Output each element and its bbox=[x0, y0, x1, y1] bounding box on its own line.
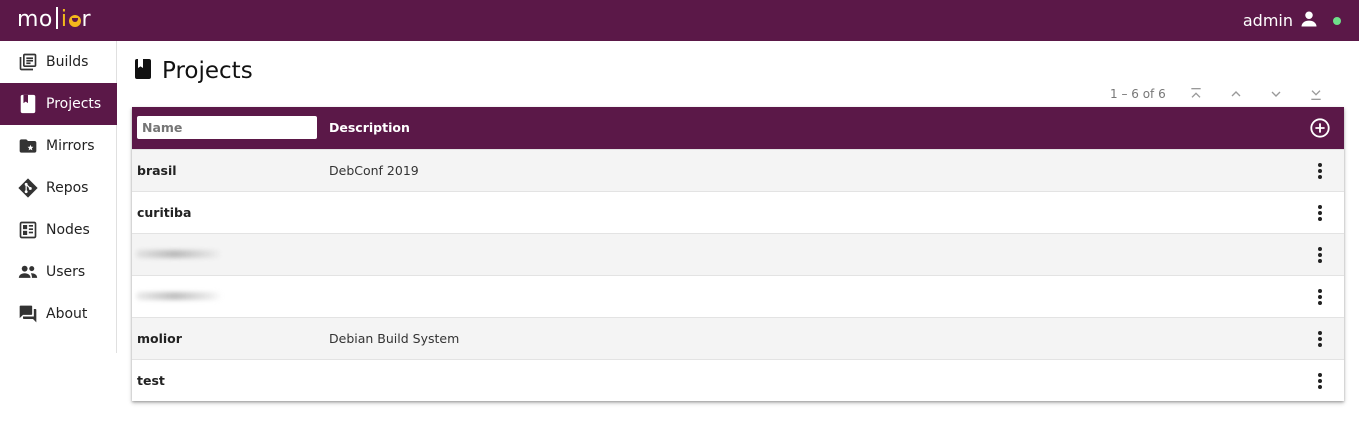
project-name[interactable]: molior bbox=[137, 331, 182, 346]
logo-divider bbox=[55, 7, 58, 29]
owl-icon bbox=[68, 15, 81, 27]
description-column-header: Description bbox=[329, 120, 410, 135]
sidebar-item-label: Builds bbox=[46, 54, 89, 70]
sidebar-item-nodes[interactable]: Nodes bbox=[0, 209, 117, 251]
molior-logo[interactable]: mo i r bbox=[17, 6, 91, 34]
paginator: 1 – 6 of 6 bbox=[1000, 84, 1344, 104]
last-page-icon bbox=[1311, 90, 1321, 100]
sidebar-item-label: Mirrors bbox=[46, 138, 95, 154]
table-row[interactable]: test bbox=[132, 359, 1344, 401]
add-project-button[interactable] bbox=[1309, 117, 1331, 139]
logo-text-i: i bbox=[60, 7, 68, 32]
sidebar-nav: Builds Projects Mirrors Repos Nodes User… bbox=[0, 41, 117, 353]
more-vert-icon bbox=[1318, 331, 1322, 347]
row-menu-button[interactable] bbox=[1310, 203, 1330, 223]
logo-text-left: mo bbox=[17, 7, 53, 32]
row-menu-button[interactable] bbox=[1310, 245, 1330, 265]
last-page-button[interactable] bbox=[1304, 84, 1328, 104]
sidebar-item-label: Repos bbox=[46, 180, 89, 196]
sidebar-item-projects[interactable]: Projects bbox=[0, 83, 117, 125]
builds-icon bbox=[17, 51, 39, 73]
project-name[interactable]: brasil bbox=[137, 163, 177, 178]
redacted-project-name bbox=[136, 292, 222, 300]
more-vert-icon bbox=[1318, 163, 1322, 179]
sidebar-item-users[interactable]: Users bbox=[0, 251, 117, 293]
book-icon bbox=[134, 58, 152, 84]
project-description: DebConf 2019 bbox=[329, 163, 419, 178]
top-app-bar: mo i r admin bbox=[0, 0, 1359, 41]
next-page-button[interactable] bbox=[1264, 84, 1288, 104]
account-icon bbox=[1299, 9, 1319, 33]
forum-icon bbox=[17, 303, 39, 325]
table-header: Description bbox=[132, 107, 1344, 149]
users-icon bbox=[17, 261, 39, 283]
row-menu-button[interactable] bbox=[1310, 287, 1330, 307]
sidebar-item-label: Nodes bbox=[46, 222, 90, 238]
projects-table: Description brasil DebConf 2019 curitiba… bbox=[132, 107, 1344, 401]
user-menu[interactable]: admin bbox=[1243, 0, 1341, 41]
first-page-icon bbox=[1191, 88, 1201, 98]
page-title: Projects bbox=[162, 58, 253, 84]
table-row[interactable]: brasil DebConf 2019 bbox=[132, 149, 1344, 191]
sidebar-item-repos[interactable]: Repos bbox=[0, 167, 117, 209]
more-vert-icon bbox=[1318, 373, 1322, 389]
book-icon bbox=[17, 93, 39, 115]
git-icon bbox=[17, 177, 39, 199]
page-header: Projects bbox=[134, 56, 253, 86]
table-row[interactable]: curitiba bbox=[132, 191, 1344, 233]
more-vert-icon bbox=[1318, 289, 1322, 305]
chevron-up-icon bbox=[1231, 91, 1241, 97]
sidebar-item-label: Users bbox=[46, 264, 86, 280]
project-name[interactable]: test bbox=[137, 373, 165, 388]
sidebar-item-label: About bbox=[46, 306, 88, 322]
user-name: admin bbox=[1242, 11, 1293, 30]
project-description: Debian Build System bbox=[329, 331, 460, 346]
first-page-button[interactable] bbox=[1184, 84, 1208, 104]
connection-status-indicator bbox=[1333, 16, 1341, 25]
row-menu-button[interactable] bbox=[1310, 161, 1330, 181]
name-filter-input[interactable] bbox=[137, 116, 317, 139]
sidebar-item-mirrors[interactable]: Mirrors bbox=[0, 125, 117, 167]
table-row[interactable] bbox=[132, 275, 1344, 317]
row-menu-button[interactable] bbox=[1310, 329, 1330, 349]
project-name[interactable]: curitiba bbox=[137, 205, 191, 220]
more-vert-icon bbox=[1318, 205, 1322, 221]
redacted-project-name bbox=[136, 250, 222, 258]
chevron-down-icon bbox=[1271, 91, 1281, 97]
table-row[interactable]: molior Debian Build System bbox=[132, 317, 1344, 359]
logo-text-right: r bbox=[81, 7, 92, 32]
sidebar-item-builds[interactable]: Builds bbox=[0, 41, 117, 83]
row-menu-button[interactable] bbox=[1310, 371, 1330, 391]
pager-range-label: 1 – 6 of 6 bbox=[1110, 87, 1166, 101]
folder-star-icon bbox=[17, 135, 39, 157]
sidebar-item-label: Projects bbox=[46, 96, 102, 112]
nodes-icon bbox=[17, 219, 39, 241]
add-circle-icon bbox=[1310, 118, 1330, 138]
sidebar-item-about[interactable]: About bbox=[0, 293, 117, 335]
more-vert-icon bbox=[1318, 247, 1322, 263]
table-row[interactable] bbox=[132, 233, 1344, 275]
previous-page-button[interactable] bbox=[1224, 84, 1248, 104]
